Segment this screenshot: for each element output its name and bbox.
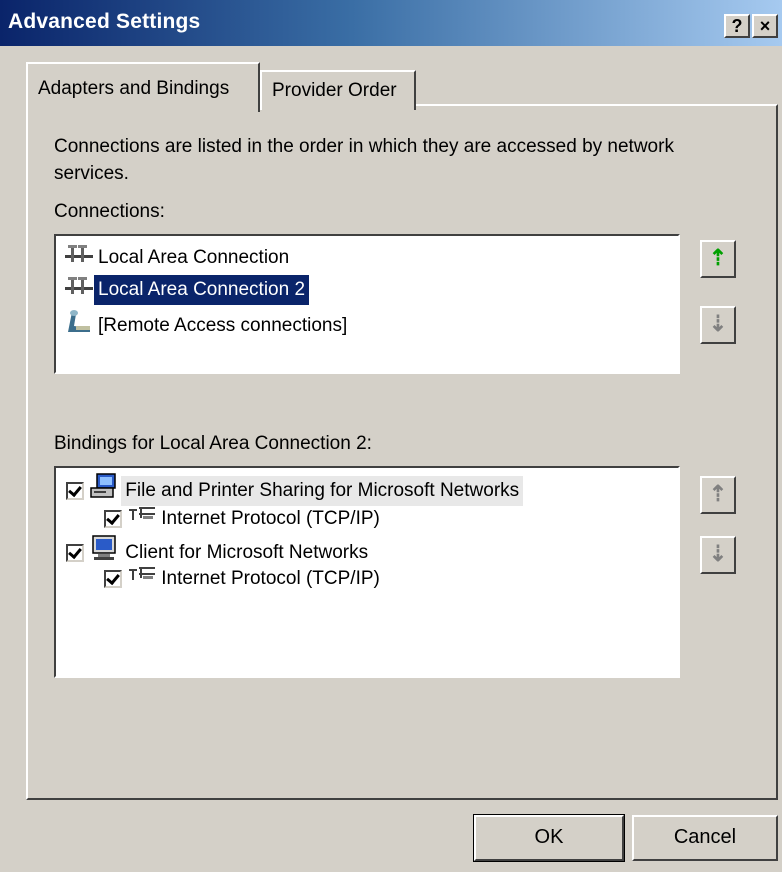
connection-move-down-button[interactable]: ⇣: [700, 306, 736, 344]
description-text: Connections are listed in the order in w…: [54, 136, 674, 184]
bindings-list[interactable]: File and Printer Sharing for Microsoft N…: [54, 466, 680, 678]
connection-label: [Remote Access connections]: [98, 315, 348, 337]
connection-label: Local Area Connection 2: [92, 274, 311, 307]
binding-move-up-button[interactable]: ⇡: [700, 476, 736, 514]
ok-button[interactable]: OK: [473, 814, 625, 862]
title-bar: Advanced Settings ? ×: [0, 0, 782, 46]
connection-item-local-area-connection-2[interactable]: Local Area Connection 2: [64, 274, 311, 307]
bindings-label: Bindings for Local Area Connection 2:: [54, 433, 372, 454]
binding-checkbox[interactable]: [66, 544, 84, 562]
window-title: Advanced Settings: [8, 10, 201, 33]
tab-strip: Adapters and Bindings Provider Order: [0, 46, 782, 112]
binding-item-tcpip[interactable]: Internet Protocol (TCP/IP): [104, 564, 384, 594]
close-button[interactable]: ×: [752, 14, 778, 38]
binding-label: Internet Protocol (TCP/IP): [161, 568, 380, 590]
connection-item-remote-access[interactable]: [Remote Access connections]: [64, 308, 351, 338]
connection-label: Local Area Connection: [98, 247, 290, 269]
binding-item-file-printer-sharing[interactable]: File and Printer Sharing for Microsoft N…: [66, 472, 524, 507]
lan-connection-icon: [64, 274, 94, 306]
binding-checkbox[interactable]: [104, 510, 122, 528]
binding-item-tcpip[interactable]: Internet Protocol (TCP/IP): [104, 504, 384, 534]
connection-move-up-button[interactable]: ⇡: [700, 240, 736, 278]
connections-list[interactable]: Local Area Connection Local Area Connect…: [54, 234, 680, 374]
binding-label: File and Printer Sharing for Microsoft N…: [121, 476, 524, 507]
lan-connection-icon: [64, 242, 94, 274]
protocol-icon: [127, 564, 157, 594]
binding-move-down-button[interactable]: ⇣: [700, 536, 736, 574]
binding-checkbox[interactable]: [66, 482, 84, 500]
binding-checkbox[interactable]: [104, 570, 122, 588]
protocol-icon: [127, 504, 157, 534]
binding-label: Internet Protocol (TCP/IP): [161, 508, 380, 530]
tab-provider-order[interactable]: Provider Order: [260, 70, 416, 110]
binding-item-client-for-microsoft-networks[interactable]: Client for Microsoft Networks: [66, 534, 372, 564]
tab-adapters-and-bindings[interactable]: Adapters and Bindings: [26, 62, 260, 112]
help-button[interactable]: ?: [724, 14, 750, 38]
cancel-button[interactable]: Cancel: [632, 815, 778, 861]
connection-item-local-area-connection[interactable]: Local Area Connection: [64, 242, 293, 272]
remote-access-icon: [64, 308, 94, 344]
connections-label: Connections:: [54, 201, 165, 222]
